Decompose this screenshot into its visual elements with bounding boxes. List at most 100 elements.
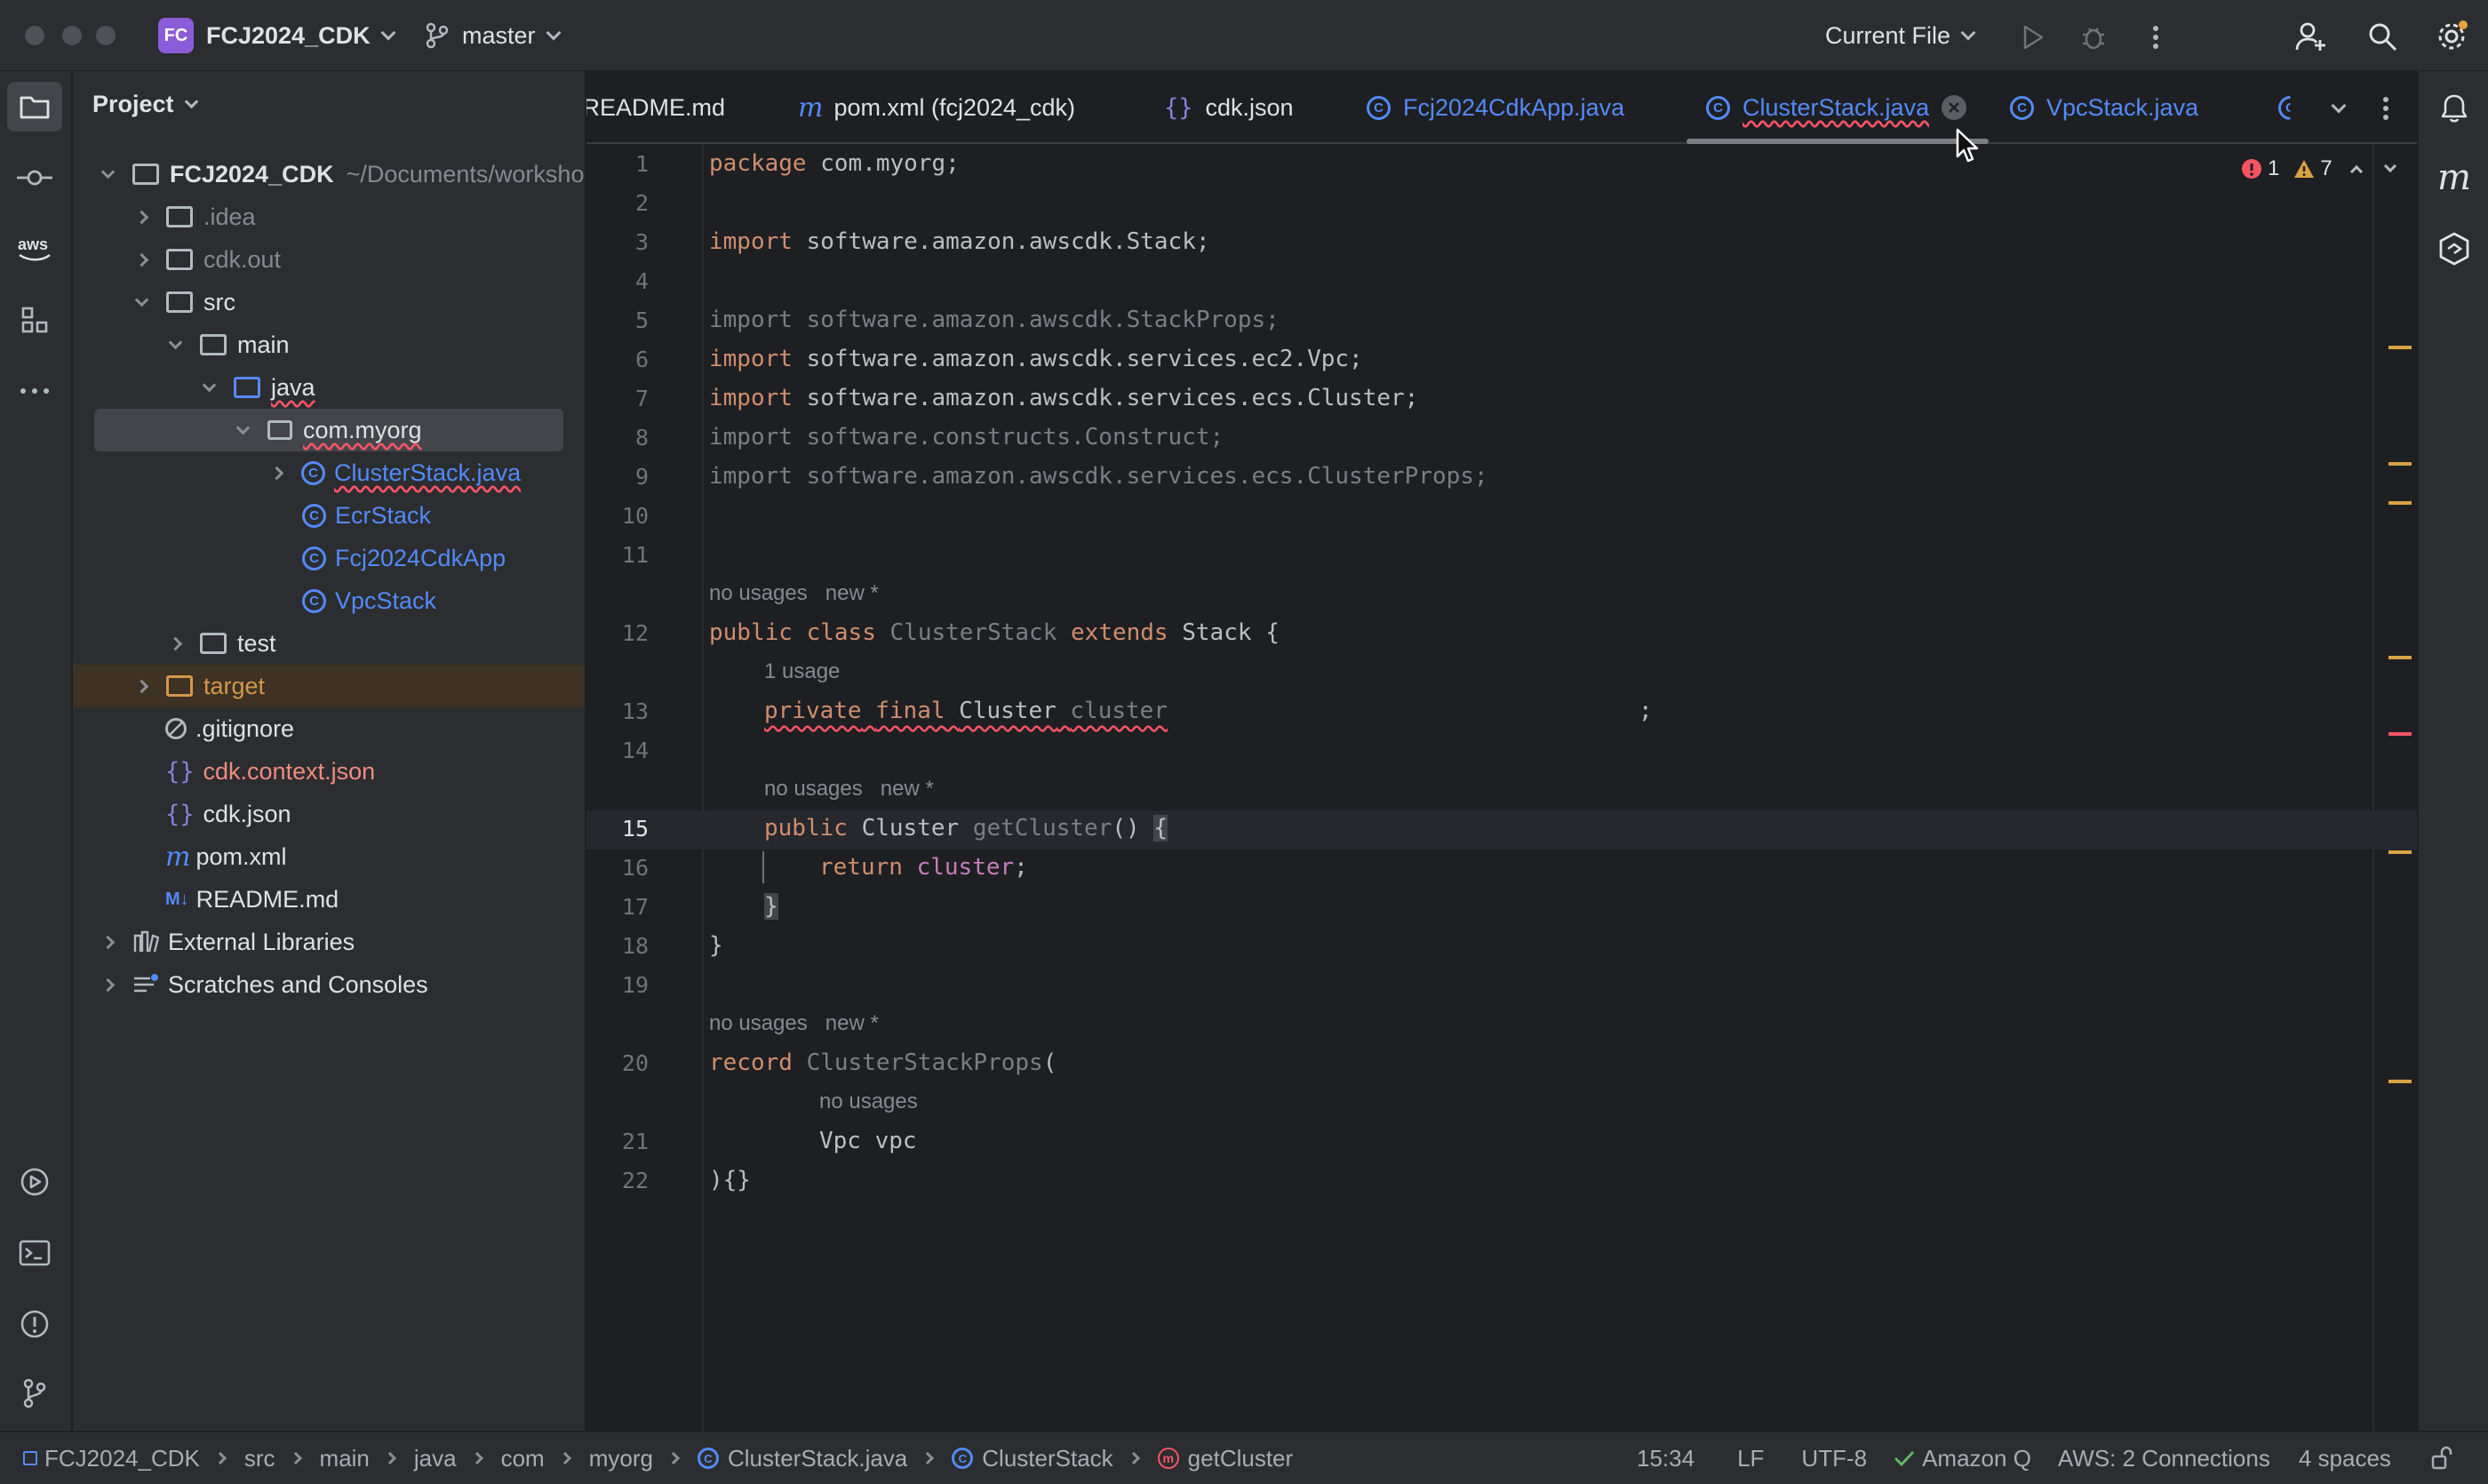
branch-selector[interactable]: master <box>425 18 562 53</box>
tree-item-gitignore[interactable]: .gitignore <box>165 707 294 750</box>
folder-icon <box>200 633 227 654</box>
tree-item-label: com.myorg <box>303 416 422 443</box>
close-tab-button[interactable] <box>1942 95 1967 120</box>
structure-tool-button[interactable] <box>7 295 62 345</box>
tree-item-cdk-out[interactable]: cdk.out <box>132 238 281 281</box>
tree-item-scratches[interactable]: Scratches and Consoles <box>98 963 428 1006</box>
git-tool-button[interactable] <box>7 1368 62 1418</box>
tab-app[interactable]: C Fcj2024CdkApp.java <box>1367 71 1624 144</box>
usages-hint[interactable]: no usages <box>819 1089 918 1114</box>
run-config-selector[interactable]: Current File <box>1825 18 1976 53</box>
warning-stripe-mark[interactable] <box>2388 462 2412 466</box>
warning-stripe-mark[interactable] <box>2388 850 2412 854</box>
tree-item-src[interactable]: src <box>132 281 235 323</box>
services-tool-button[interactable] <box>7 1157 62 1207</box>
notifications-button[interactable] <box>2429 84 2479 133</box>
usages-hint[interactable]: no usages <box>709 581 808 605</box>
warning-stripe-mark[interactable] <box>2388 1080 2412 1083</box>
tree-item-cluster-stack[interactable]: C ClusterStack.java <box>267 451 521 494</box>
tab-list-button[interactable] <box>2321 91 2356 126</box>
code-token: ClusterStack <box>889 619 1057 646</box>
file-encoding[interactable]: UTF-8 <box>1801 1445 1867 1472</box>
debug-button[interactable] <box>2076 20 2111 55</box>
warning-stripe-mark[interactable] <box>2388 346 2412 349</box>
breadcrumb-item[interactable]: java <box>414 1445 457 1472</box>
tab-overflow[interactable]: C <box>2278 71 2311 144</box>
tree-item-pom[interactable]: m pom.xml <box>165 835 286 878</box>
scrollbar-track[interactable] <box>2372 144 2374 1431</box>
tab-cdk-json[interactable]: {} cdk.json <box>1164 71 1294 144</box>
tree-root[interactable]: FCJ2024_CDK ~/Documents/worksho <box>98 153 584 195</box>
more-actions-button[interactable] <box>2140 20 2172 55</box>
run-button[interactable] <box>2015 20 2051 55</box>
line-number: 7 <box>634 385 649 411</box>
zoom-window-button[interactable] <box>96 26 116 45</box>
tree-item-idea[interactable]: .idea <box>132 195 256 238</box>
tree-item-external-libraries[interactable]: External Libraries <box>98 921 355 963</box>
tree-item-target[interactable]: target <box>132 665 265 707</box>
git-branch-icon <box>23 1378 46 1408</box>
line-number: 19 <box>621 971 649 998</box>
breadcrumb-item[interactable]: com <box>501 1445 545 1472</box>
commit-tool-button[interactable] <box>7 153 62 203</box>
tree-item-ecr-stack[interactable]: C EcrStack <box>300 494 431 537</box>
tree-item-readme[interactable]: M↓ README.md <box>165 878 339 921</box>
usages-hint[interactable]: no usages <box>764 777 863 801</box>
error-stripe-mark[interactable] <box>2388 732 2412 736</box>
settings-button[interactable] <box>2433 18 2470 55</box>
close-window-button[interactable] <box>25 26 44 45</box>
project-tool-button[interactable] <box>7 82 62 132</box>
tree-item-app[interactable]: C Fcj2024CdkApp <box>300 537 506 579</box>
aws-toolkit-button[interactable]: aws <box>7 224 62 274</box>
breadcrumb-item[interactable]: FCJ2024_CDK <box>44 1445 200 1472</box>
search-button[interactable] <box>2364 18 2401 55</box>
code-with-me-button[interactable] <box>2293 18 2330 55</box>
usages-hint[interactable]: 1 usage <box>764 659 840 684</box>
tab-cluster-stack[interactable]: C ClusterStack.java <box>1706 71 1967 144</box>
project-panel-header[interactable]: Project <box>92 91 198 118</box>
breadcrumb-item[interactable]: ClusterStack <box>982 1445 1112 1472</box>
breadcrumb-item[interactable]: src <box>244 1445 275 1472</box>
warning-stripe-mark[interactable] <box>2388 501 2412 505</box>
breadcrumb-item[interactable]: ClusterStack.java <box>728 1445 907 1472</box>
problems-tool-button[interactable] <box>7 1299 62 1349</box>
caret-position[interactable]: 15:34 <box>1637 1445 1695 1472</box>
code-editor[interactable]: 1 package com.myorg; 2 3 import software… <box>586 144 2372 1264</box>
tree-item-label: ClusterStack.java <box>334 459 522 486</box>
ai-assistant-button[interactable] <box>2429 224 2479 274</box>
aws-connections[interactable]: AWS: 2 Connections <box>2058 1445 2270 1472</box>
line-separator[interactable]: LF <box>1737 1445 1764 1472</box>
chevron-right-icon <box>213 1451 227 1465</box>
tree-item-main[interactable]: main <box>165 323 290 366</box>
author-hint[interactable]: new * <box>825 581 879 605</box>
tab-label: cdk.json <box>1205 93 1294 121</box>
breadcrumb-item[interactable]: main <box>320 1445 370 1472</box>
lock-icon[interactable] <box>2430 1446 2453 1471</box>
tab-options-button[interactable] <box>2372 91 2399 126</box>
tree-item-java[interactable]: java <box>199 366 315 409</box>
line-number: 16 <box>621 854 649 881</box>
tree-item-vpc-stack[interactable]: C VpcStack <box>300 579 436 622</box>
minimize-window-button[interactable] <box>62 26 82 45</box>
next-problem-icon[interactable] <box>2383 159 2396 173</box>
tree-item-com-myorg[interactable]: com.myorg <box>233 409 422 451</box>
tree-item-test[interactable]: test <box>165 622 276 665</box>
more-tools-button[interactable] <box>7 366 62 416</box>
tab-readme[interactable]: README.md <box>586 71 725 144</box>
maven-tool-button[interactable]: m <box>2429 153 2479 203</box>
author-hint[interactable]: new * <box>881 777 934 801</box>
amazon-q-status[interactable]: Amazon Q <box>1894 1445 2031 1472</box>
tab-vpc-stack[interactable]: C VpcStack.java <box>2010 71 2198 144</box>
usages-hint[interactable]: no usages <box>709 1011 808 1035</box>
project-selector[interactable]: FC FCJ2024_CDK <box>158 18 396 53</box>
breadcrumb-item[interactable]: getCluster <box>1188 1445 1294 1472</box>
vertical-dots-icon <box>2153 26 2158 49</box>
indent-setting[interactable]: 4 spaces <box>2299 1445 2391 1472</box>
tab-pom[interactable]: m pom.xml (fcj2024_cdk) <box>798 71 1075 144</box>
terminal-tool-button[interactable] <box>7 1228 62 1278</box>
author-hint[interactable]: new * <box>825 1011 879 1035</box>
tree-item-cdk-json[interactable]: {} cdk.json <box>165 793 291 835</box>
breadcrumb-item[interactable]: myorg <box>589 1445 653 1472</box>
tree-item-cdk-context[interactable]: {} cdk.context.json <box>165 750 375 793</box>
warning-stripe-mark[interactable] <box>2388 656 2412 659</box>
